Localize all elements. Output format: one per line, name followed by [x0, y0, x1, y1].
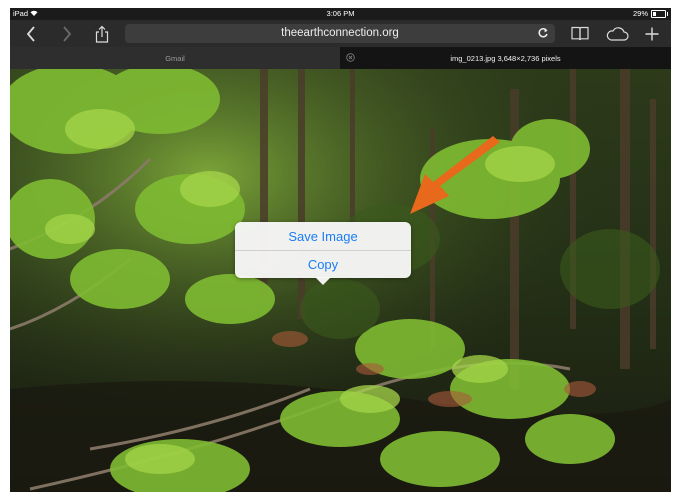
reload-icon[interactable] — [537, 27, 549, 39]
back-icon — [26, 25, 35, 42]
icloud-tabs-button[interactable] — [604, 20, 630, 47]
image-context-menu: Save Image Copy — [235, 222, 411, 285]
bookmarks-button[interactable] — [568, 20, 592, 47]
status-right: 29% — [632, 9, 668, 18]
tab-image[interactable]: img_0213.jpg 3,648×2,736 pixels — [340, 47, 671, 69]
battery-percent: 29% — [632, 9, 648, 18]
battery-icon — [651, 9, 668, 18]
battery-fill — [653, 11, 656, 16]
new-tab-button[interactable] — [640, 20, 664, 47]
browser-frame: iPad 3:06 PM 29% theearthconnection.org — [10, 8, 671, 492]
back-button[interactable] — [20, 20, 42, 47]
forward-icon — [63, 25, 72, 42]
address-bar[interactable]: theearthconnection.org — [125, 24, 555, 43]
tab-gmail[interactable]: Gmail — [10, 47, 340, 69]
tab-label: img_0213.jpg 3,648×2,736 pixels — [450, 53, 561, 63]
status-time: 3:06 PM — [326, 9, 355, 18]
share-button[interactable] — [90, 20, 114, 47]
share-icon — [95, 25, 109, 43]
bookmarks-icon — [571, 26, 589, 41]
new-tab-icon — [645, 27, 659, 40]
forest-photo[interactable] — [10, 69, 671, 492]
tab-label: Gmail — [165, 53, 185, 63]
close-tab-icon[interactable] — [346, 53, 355, 62]
url-text: theearthconnection.org — [281, 27, 399, 39]
popover-tip — [315, 277, 331, 285]
icloud-tabs-icon — [606, 26, 629, 41]
copy-button[interactable]: Copy — [235, 250, 411, 278]
image-view[interactable]: Save Image Copy — [10, 69, 671, 492]
save-image-button[interactable]: Save Image — [235, 222, 411, 250]
status-bar: iPad 3:06 PM 29% — [10, 8, 671, 20]
forward-button[interactable] — [56, 20, 78, 47]
browser-toolbar: theearthconnection.org — [10, 20, 671, 47]
annotation-arrow-icon — [410, 136, 500, 214]
tab-bar: Gmail img_0213.jpg 3,648×2,736 pixels — [10, 47, 671, 69]
